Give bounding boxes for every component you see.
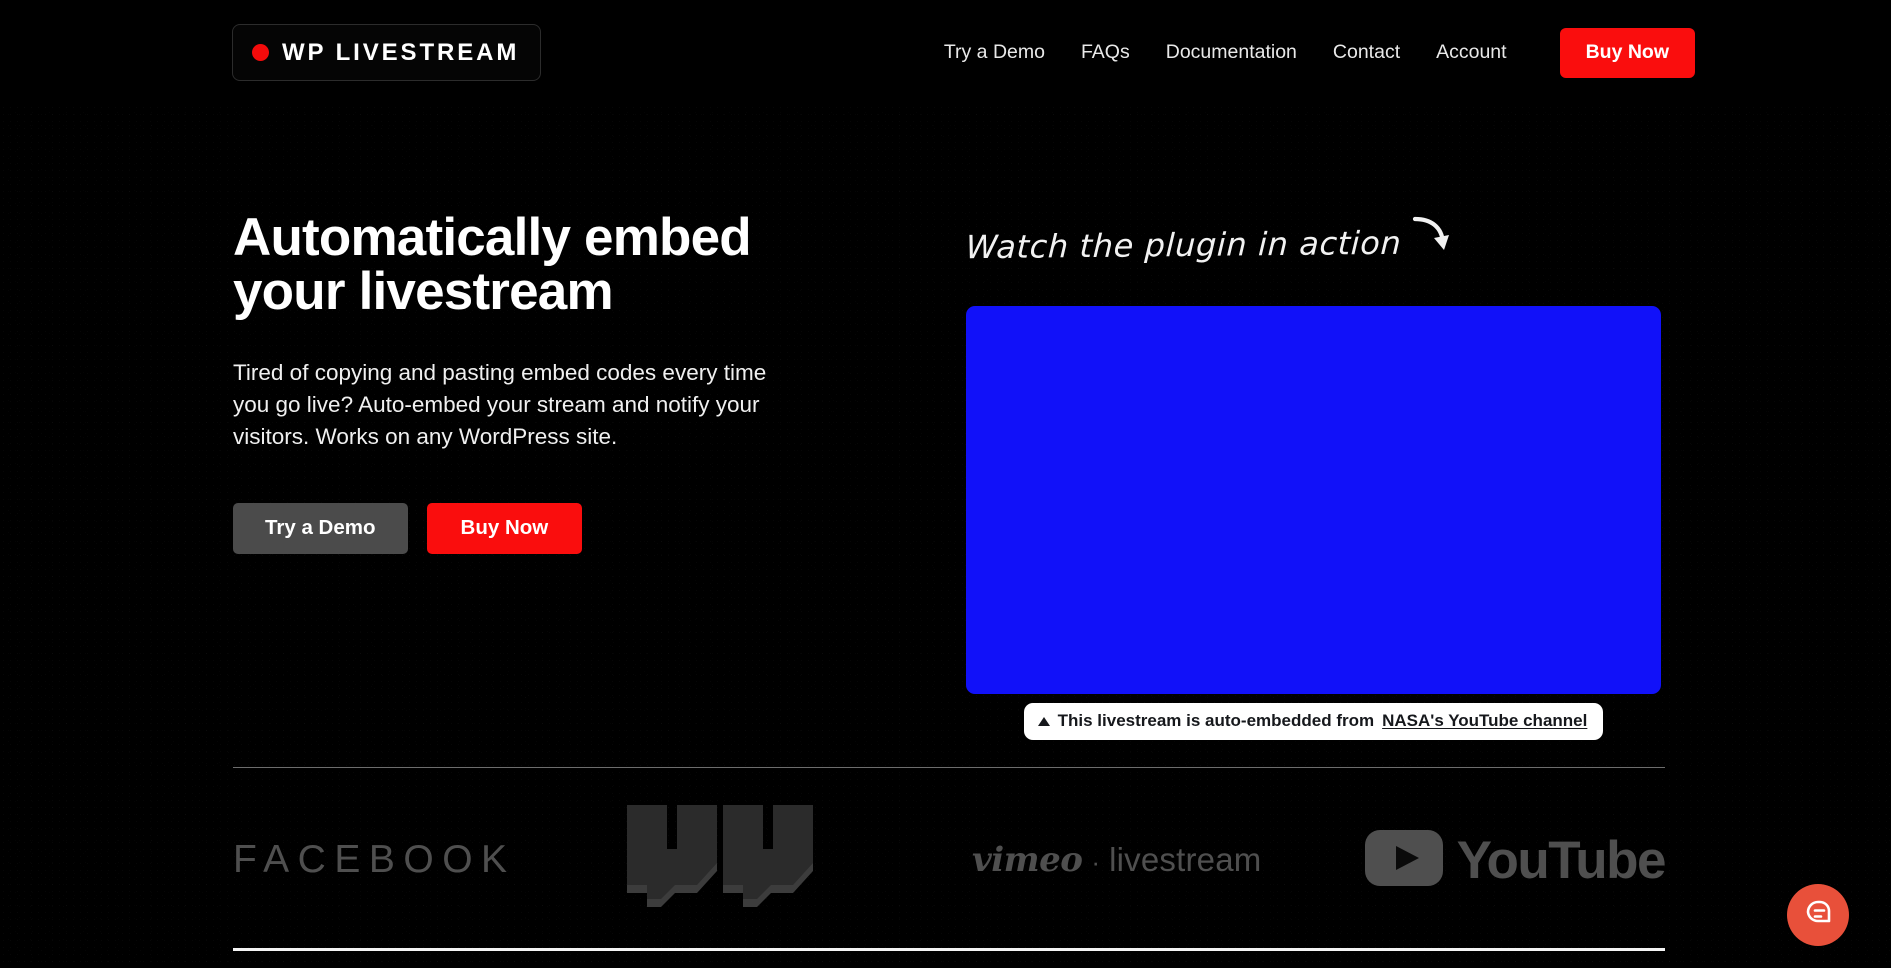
youtube-wordmark: YouTube	[1456, 830, 1667, 890]
header-buy-now-button[interactable]: Buy Now	[1559, 27, 1695, 78]
twitch-logo-icon	[619, 805, 869, 915]
divider-above-brands	[233, 767, 1665, 768]
page-title: Automatically embed your livestream	[233, 208, 752, 322]
preview-caption-pill: This livestream is auto-embedded from NA…	[1023, 703, 1604, 740]
curved-arrow-down-right-icon	[1411, 211, 1451, 262]
brand-facebook: FACEBOOK	[233, 838, 516, 882]
logo-wp-livestream[interactable]: WP LIVESTREAM	[232, 24, 542, 81]
livestream-wordmark: livestream	[1109, 841, 1262, 878]
hero-subcopy: Tired of copying and pasting embed codes…	[233, 360, 767, 449]
nav-item-try-a-demo[interactable]: Try a Demo	[944, 41, 1063, 64]
hero-copy: Automatically embed your livestream Tire…	[233, 208, 853, 554]
logo-text: WP LIVESTREAM	[282, 38, 520, 66]
youtube-play-icon	[1364, 829, 1443, 891]
nav-item-account[interactable]: Account	[1418, 41, 1524, 64]
chat-bubble-icon	[1800, 895, 1836, 936]
supported-platforms-strip: FACEBOOK vimeo · livestream YouTube	[233, 790, 1667, 930]
hero-buy-now-button[interactable]: Buy Now	[426, 502, 583, 554]
chat-widget-button[interactable]	[1787, 884, 1849, 946]
preview-annotation: Watch the plugin in action	[965, 208, 1666, 267]
hero-preview: Watch the plugin in action This livestre…	[965, 208, 1666, 740]
preview-caption-row: This livestream is auto-embedded from NA…	[966, 703, 1661, 740]
nasa-youtube-channel-link[interactable]: NASA's YouTube channel	[1382, 711, 1587, 731]
facebook-wordmark: FACEBOOK	[233, 838, 516, 881]
primary-nav: Try a Demo FAQs Documentation Contact Ac…	[944, 24, 1695, 81]
nav-item-documentation[interactable]: Documentation	[1148, 41, 1315, 64]
preview-annotation-text: Watch the plugin in action	[965, 223, 1403, 267]
try-a-demo-button[interactable]: Try a Demo	[233, 502, 408, 554]
brand-vimeo-livestream: vimeo · livestream	[972, 840, 1262, 880]
vimeo-separator-dot: ·	[1091, 847, 1101, 877]
nav-item-faqs[interactable]: FAQs	[1063, 41, 1148, 64]
livestream-player[interactable]	[966, 306, 1661, 694]
nav-item-contact[interactable]: Contact	[1315, 41, 1418, 64]
record-dot-icon	[252, 44, 269, 61]
site-header: WP LIVESTREAM Try a Demo FAQs Documentat…	[0, 0, 1891, 104]
divider-below-brands	[233, 948, 1665, 951]
preview-caption-text: This livestream is auto-embedded from	[1057, 711, 1375, 730]
vimeo-wordmark: vimeo	[971, 840, 1083, 880]
page-root: WP LIVESTREAM Try a Demo FAQs Documentat…	[0, 0, 1891, 968]
triangle-up-icon	[1037, 717, 1050, 726]
hero-cta-row: Try a Demo Buy Now	[233, 502, 853, 554]
brand-youtube: YouTube	[1364, 829, 1667, 891]
brand-twitch	[619, 805, 869, 915]
